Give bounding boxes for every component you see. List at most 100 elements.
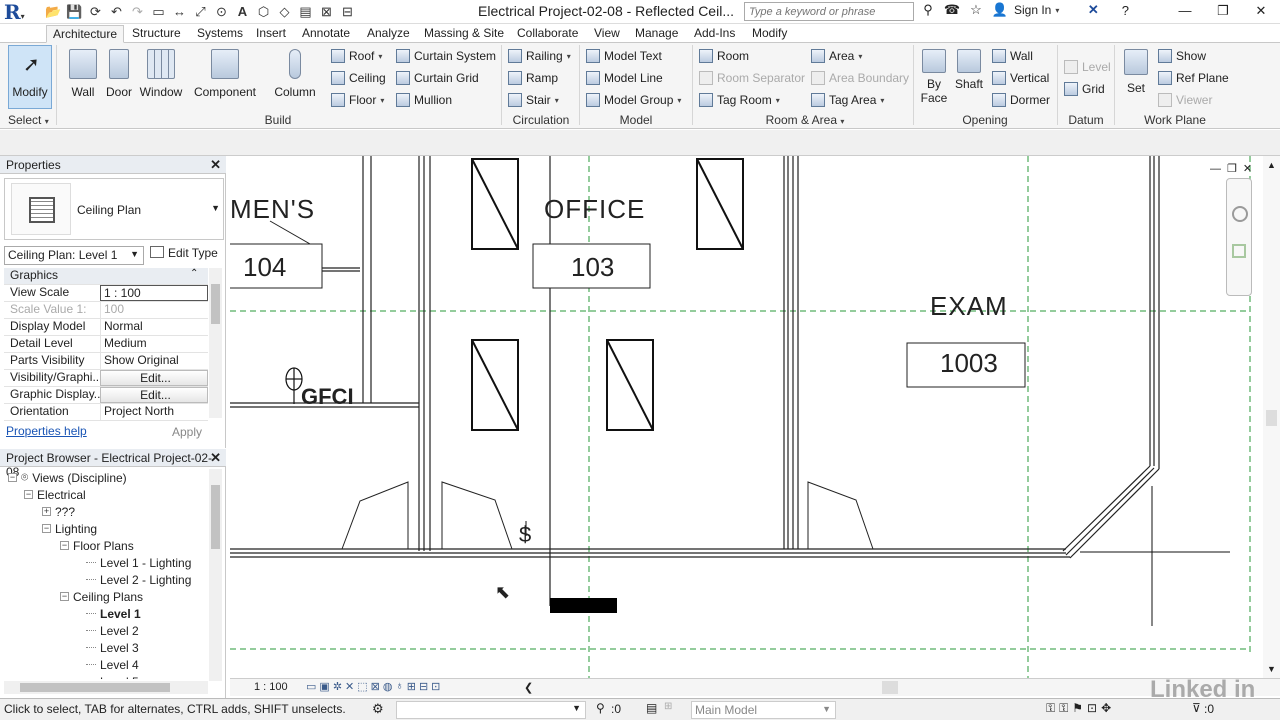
collapse-icon[interactable]: ⌃ xyxy=(190,268,198,284)
expand-icon[interactable]: + xyxy=(42,507,51,516)
design-options-icon[interactable]: ▤ xyxy=(646,701,657,715)
select-links-icon[interactable]: ⚿ xyxy=(1046,701,1055,716)
workset-select[interactable]: ▼ xyxy=(396,701,586,719)
model-group-button[interactable]: Model Group ▾ xyxy=(586,90,681,110)
close-view-icon[interactable]: ✕ xyxy=(1243,163,1258,175)
analytical-model-icon[interactable]: ⊟ xyxy=(419,680,428,693)
tree-node[interactable]: Level 2 - Lighting xyxy=(86,571,191,588)
scroll-left-icon[interactable]: ❮ xyxy=(524,681,533,694)
tree-node[interactable]: − Electrical xyxy=(24,486,86,503)
room-button[interactable]: Room xyxy=(699,46,749,66)
editing-requests-icon[interactable]: ⚲ xyxy=(596,701,605,715)
tag-icon[interactable]: ⊙ xyxy=(212,2,231,21)
tag-room-button[interactable]: Tag Room ▾ xyxy=(699,90,780,110)
navigation-bar[interactable] xyxy=(1226,178,1252,296)
area-boundary-button[interactable]: Area Boundary xyxy=(811,68,909,88)
door-button[interactable]: Door xyxy=(96,45,142,109)
collapse-icon[interactable]: − xyxy=(42,524,51,533)
tree-node[interactable]: +??? xyxy=(42,503,75,520)
tab-annotate[interactable]: Annotate xyxy=(296,25,356,43)
save-icon[interactable]: 💾 xyxy=(65,2,84,21)
select-underlay-icon[interactable]: ⚿ xyxy=(1059,701,1068,716)
temporary-hide-icon[interactable]: ◍ xyxy=(383,680,393,693)
crop-view-icon[interactable]: ⬚ xyxy=(357,680,367,693)
user-icon[interactable]: 👤 xyxy=(990,2,1010,18)
room-separator-button[interactable]: Room Separator xyxy=(699,68,805,88)
tree-node[interactable]: − Ceiling Plans xyxy=(60,588,143,605)
column-button[interactable]: Column xyxy=(272,45,318,109)
roof-button[interactable]: Roof ▾ xyxy=(331,46,382,66)
graphic-display-edit-button[interactable]: Edit... xyxy=(100,387,208,403)
room-number-104[interactable]: 104 xyxy=(243,252,286,283)
wall-opening-button[interactable]: Wall xyxy=(992,46,1033,66)
browser-vertical-scrollbar[interactable] xyxy=(209,469,222,681)
undo-icon[interactable]: ↶ xyxy=(107,2,126,21)
view-scale-label[interactable]: 1 : 100 xyxy=(254,681,288,693)
tab-massing-site[interactable]: Massing & Site xyxy=(418,25,510,43)
tree-node[interactable]: − Lighting xyxy=(42,520,97,537)
help-icon[interactable]: ? xyxy=(1115,3,1135,18)
parts-visibility-value[interactable]: Show Original xyxy=(100,353,208,369)
stair-button[interactable]: Stair ▾ xyxy=(508,90,559,110)
restore-icon[interactable]: ❐ xyxy=(1204,0,1242,22)
temporary-view-icon[interactable]: ⊞ xyxy=(407,680,416,693)
graphics-group[interactable]: Graphics ⌃ xyxy=(4,268,208,285)
dimension-icon[interactable]: ⤢ xyxy=(191,2,210,21)
scroll-thumb[interactable] xyxy=(1266,410,1277,426)
tree-node[interactable]: Level 3 xyxy=(86,639,139,656)
drawing-area[interactable]: MEN'S 104 OFFICE 103 EXAM 1003 GFCI $ ⬉ … xyxy=(230,156,1280,678)
visibility-graphics-edit-button[interactable]: Edit... xyxy=(100,370,208,386)
room-name-mens[interactable]: MEN'S xyxy=(230,194,315,225)
tab-analyze[interactable]: Analyze xyxy=(361,25,416,43)
grid-button[interactable]: Grid xyxy=(1064,79,1105,99)
select-by-face-icon[interactable]: ⊡ xyxy=(1087,701,1097,716)
minimize-icon[interactable]: — xyxy=(1166,0,1204,22)
mullion-button[interactable]: Mullion xyxy=(396,90,452,110)
room-area-group-label[interactable]: Room & Area ▾ xyxy=(760,113,850,127)
show-crop-icon[interactable]: ⊠ xyxy=(371,680,380,693)
dormer-button[interactable]: Dormer xyxy=(992,90,1050,110)
search-input[interactable] xyxy=(744,2,914,21)
close-icon[interactable]: ✕ xyxy=(1242,0,1280,22)
electrical-panel[interactable] xyxy=(550,598,617,613)
scroll-down-icon[interactable]: ▼ xyxy=(1267,664,1276,674)
zoom-icon[interactable] xyxy=(1232,244,1246,258)
star-icon[interactable]: ☆ xyxy=(966,2,986,18)
room-name-office[interactable]: OFFICE xyxy=(544,194,645,225)
design-options-dropdown[interactable]: ⊞ xyxy=(664,701,672,712)
minimize-view-icon[interactable]: — xyxy=(1210,163,1227,175)
3d-view-icon[interactable]: ⬡ xyxy=(254,2,273,21)
tab-modify[interactable]: Modify xyxy=(746,25,793,43)
model-line-button[interactable]: Model Line xyxy=(586,68,663,88)
tab-systems[interactable]: Systems xyxy=(191,25,249,43)
tab-manage[interactable]: Manage xyxy=(629,25,684,43)
open-icon[interactable]: 📂 xyxy=(44,2,63,21)
area-button[interactable]: Area ▾ xyxy=(811,46,862,66)
ref-plane-button[interactable]: Ref Plane xyxy=(1158,68,1229,88)
binoculars-icon[interactable]: ⚲ xyxy=(918,2,938,18)
switch-symbol[interactable]: $ xyxy=(519,522,531,548)
component-button[interactable]: Component xyxy=(192,45,258,109)
detail-level-value[interactable]: Medium xyxy=(100,336,208,352)
properties-help-link[interactable]: Properties help xyxy=(6,424,87,438)
ceiling-plan-drawing[interactable] xyxy=(230,156,1280,678)
scroll-up-icon[interactable]: ▲ xyxy=(1267,160,1276,170)
horizontal-scroll-thumb[interactable] xyxy=(882,681,898,694)
shadows-icon[interactable]: ✕ xyxy=(345,680,354,693)
restore-view-icon[interactable]: ❐ xyxy=(1227,163,1243,175)
detail-level-icon[interactable]: ▭ xyxy=(306,680,316,693)
sign-in-dropdown-icon[interactable]: ▾ xyxy=(1055,6,1059,15)
ramp-button[interactable]: Ramp xyxy=(508,68,558,88)
vertical-opening-button[interactable]: Vertical xyxy=(992,68,1049,88)
tab-view[interactable]: View xyxy=(588,25,626,43)
tree-node[interactable]: Level 2 xyxy=(86,622,139,639)
tab-architecture[interactable]: Architecture xyxy=(46,25,125,43)
window-button[interactable]: Window xyxy=(137,45,185,109)
orientation-value[interactable]: Project North xyxy=(100,404,208,420)
model-text-button[interactable]: Model Text xyxy=(586,46,662,66)
main-model-select[interactable]: Main Model ▼ xyxy=(691,701,836,719)
shaft-button[interactable]: Shaft xyxy=(952,45,986,109)
tab-add-ins[interactable]: Add-Ins xyxy=(688,25,741,43)
collapse-icon[interactable]: − xyxy=(60,592,69,601)
steering-wheel-icon[interactable] xyxy=(1232,206,1248,222)
